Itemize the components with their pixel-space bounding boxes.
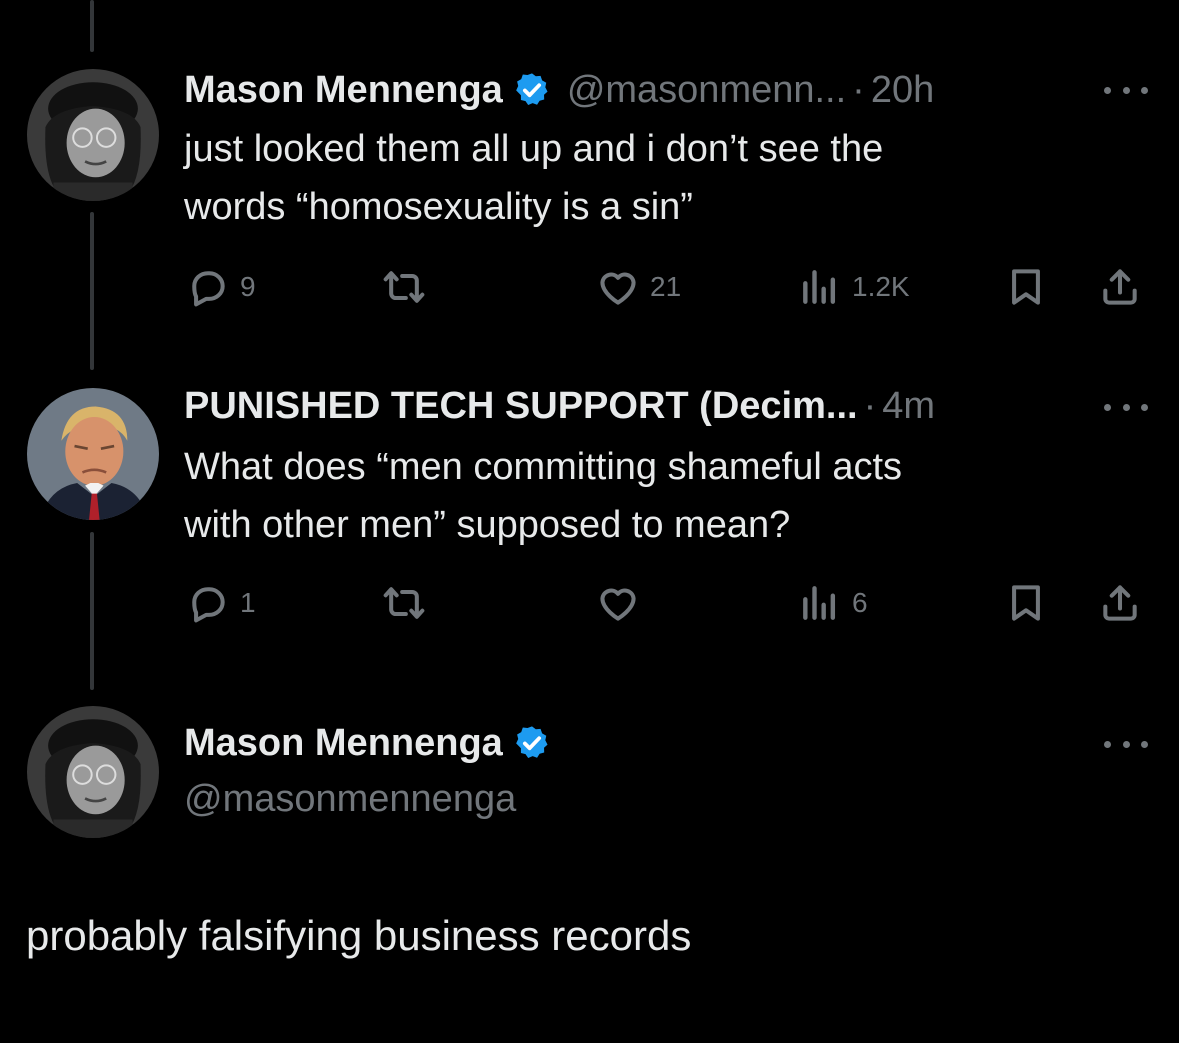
bookmark-icon — [1012, 269, 1040, 305]
tweet-2-text-line-2: with other men” supposed to mean? — [184, 504, 791, 546]
more-icon[interactable] — [1104, 734, 1148, 754]
avatar-photo — [27, 706, 159, 838]
like-button[interactable]: 21 — [596, 262, 681, 312]
retweet-icon — [383, 271, 425, 303]
retweet-button[interactable] — [382, 578, 436, 628]
avatar-mason-mennenga[interactable] — [27, 69, 159, 201]
avatar-photo — [27, 388, 159, 520]
like-button[interactable] — [596, 578, 650, 628]
share-icon — [1103, 585, 1137, 621]
tweet-3-handle[interactable]: @masonmennenga — [184, 778, 516, 821]
tweet-2-separator: · — [863, 384, 877, 427]
tweet-3-author[interactable]: Mason Mennenga — [184, 722, 503, 765]
share-button[interactable] — [1098, 578, 1142, 628]
avatar-photo — [27, 69, 159, 201]
bookmark-icon — [1012, 585, 1040, 621]
reply-icon — [192, 587, 225, 623]
retweet-button[interactable] — [382, 262, 436, 312]
tweet-3-header: Mason Mennenga — [184, 718, 551, 768]
retweet-icon — [383, 587, 425, 619]
views-button[interactable]: 1.2K — [798, 262, 910, 312]
tweet-3-handle-row: @masonmennenga — [184, 774, 516, 824]
bookmark-button[interactable] — [1004, 578, 1048, 628]
more-icon[interactable] — [1104, 80, 1148, 100]
tweet-1-separator: · — [852, 68, 865, 111]
reply-icon — [192, 271, 225, 307]
tweet-2-timestamp[interactable]: 4m — [882, 385, 935, 428]
views-count: 6 — [852, 587, 868, 618]
like-icon — [600, 272, 636, 305]
avatar-punished-tech-support[interactable] — [27, 388, 159, 520]
reply-button[interactable]: 1 — [186, 578, 256, 628]
tweet-2-text-line-1: What does “men committing shameful acts — [184, 446, 903, 488]
tweet-1-handle[interactable]: @masonmenn... — [567, 69, 846, 112]
reply-button[interactable]: 9 — [186, 262, 256, 312]
avatar-mason-mennenga[interactable] — [27, 706, 159, 838]
verified-badge-icon — [513, 724, 551, 762]
share-button[interactable] — [1098, 262, 1142, 312]
tweet-1-author[interactable]: Mason Mennenga — [184, 69, 503, 112]
tweet-2-text: What does “men committing shameful acts … — [184, 438, 1084, 554]
like-icon — [600, 588, 636, 621]
views-icon — [803, 270, 836, 304]
views-icon — [803, 586, 836, 620]
tweet-1-header: Mason Mennenga @masonmenn... · 20h — [184, 65, 934, 115]
verified-badge-icon — [513, 71, 551, 109]
tweet-1-text-line-1: just looked them all up and i don’t see … — [184, 128, 884, 170]
tweet-1-text-line-2: words “homosexuality is a sin” — [184, 186, 693, 228]
tweet-2-actions: 1 6 — [184, 578, 1144, 628]
thread-line-1 — [90, 212, 94, 370]
tweet-1-actions: 9 21 1.2K — [184, 262, 1144, 312]
more-icon[interactable] — [1104, 397, 1148, 417]
bookmark-button[interactable] — [1004, 262, 1048, 312]
thread-line-2 — [90, 532, 94, 690]
share-icon — [1103, 269, 1137, 305]
thread-line-top — [90, 0, 94, 52]
views-button[interactable]: 6 — [798, 578, 868, 628]
tweet-2-header: PUNISHED TECH SUPPORT (Decim... · 4m — [184, 381, 935, 431]
tweet-3-text: probably falsifying business records — [26, 912, 692, 959]
tweet-1-text: just looked them all up and i don’t see … — [184, 120, 1084, 236]
views-count: 1.2K — [852, 271, 910, 302]
tweet-2-author[interactable]: PUNISHED TECH SUPPORT (Decim... — [184, 385, 858, 428]
reply-count: 1 — [240, 587, 256, 618]
reply-count: 9 — [240, 271, 256, 302]
tweet-1-timestamp[interactable]: 20h — [871, 69, 934, 112]
like-count: 21 — [650, 271, 682, 302]
